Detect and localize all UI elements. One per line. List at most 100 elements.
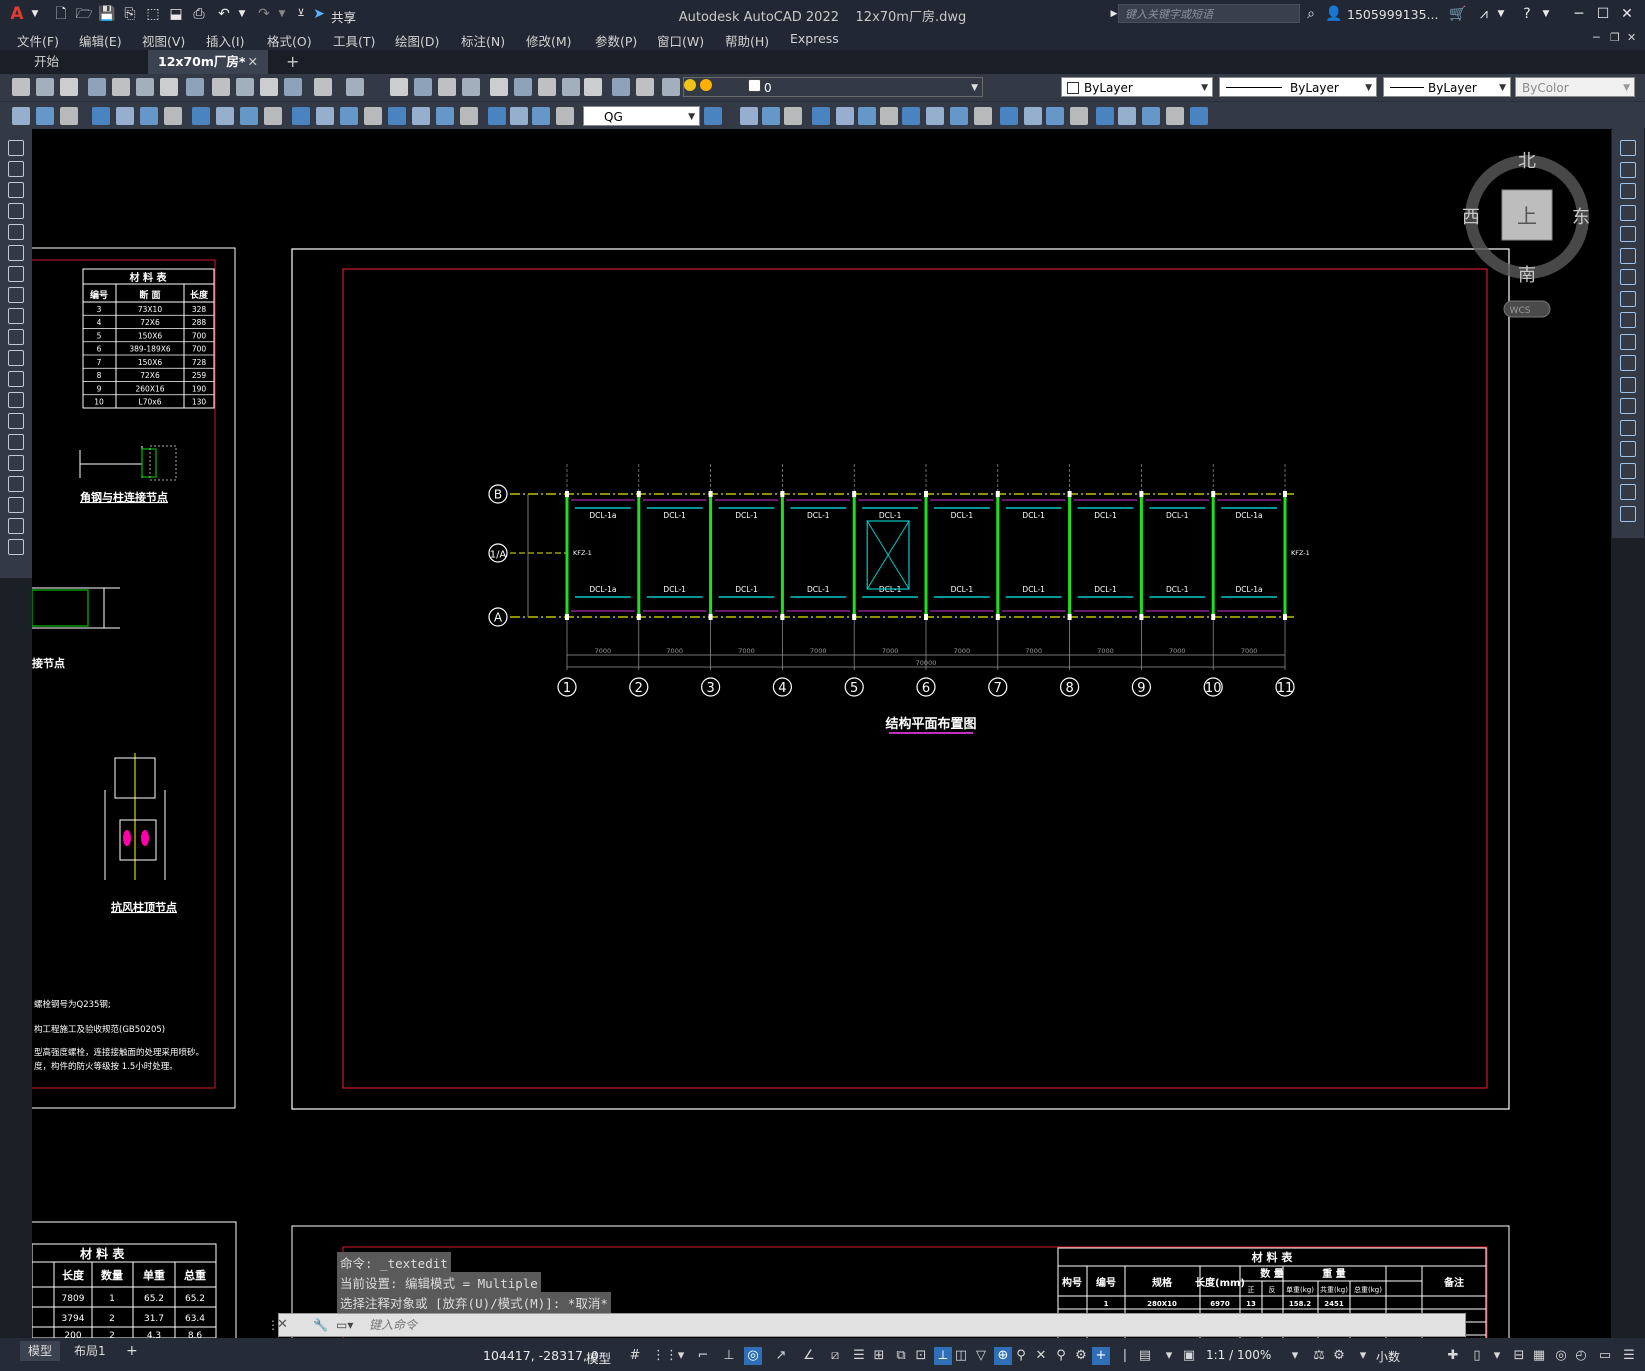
status-toggle-icon[interactable]: ⊡ xyxy=(912,1347,930,1365)
draw-tool-icon[interactable] xyxy=(8,329,24,345)
draw-tool-icon[interactable] xyxy=(8,539,24,555)
annotation-tool-icon[interactable] xyxy=(12,107,30,125)
standard-tool-icon[interactable] xyxy=(414,78,432,96)
standard-tool-icon[interactable] xyxy=(584,78,602,96)
status-toggle-icon[interactable]: ◎ xyxy=(744,1347,762,1365)
annotation-tool-icon[interactable] xyxy=(974,107,992,125)
menu-draw[interactable]: 绘图(D) xyxy=(395,31,439,50)
annotation-tool-icon[interactable] xyxy=(812,107,830,125)
draw-tool-icon[interactable] xyxy=(8,371,24,387)
annotation-tool-icon[interactable] xyxy=(1142,107,1160,125)
annotation-tool-icon[interactable] xyxy=(364,107,382,125)
annotation-scale[interactable]: 1:1 / 100% xyxy=(1206,1348,1271,1362)
standard-tool-icon[interactable] xyxy=(462,78,480,96)
autodesk-a360-icon[interactable]: ⩘ xyxy=(1475,5,1493,23)
draw-tool-icon[interactable] xyxy=(8,413,24,429)
color-dropdown[interactable]: ByLayer ▼ xyxy=(1061,77,1213,97)
status-toggle-icon[interactable]: ◫ xyxy=(952,1347,970,1365)
menu-window[interactable]: 窗口(W) xyxy=(657,31,704,50)
help-dropdown-icon[interactable]: ▼ xyxy=(1537,5,1555,23)
draw-tool-icon[interactable] xyxy=(8,518,24,534)
status-toggle-icon[interactable]: ☰ xyxy=(850,1347,868,1365)
draw-tool-icon[interactable] xyxy=(8,224,24,240)
status-toggle-icon[interactable]: # xyxy=(626,1347,644,1365)
annotation-tool-icon[interactable] xyxy=(460,107,478,125)
annotation-tool-icon[interactable] xyxy=(532,107,550,125)
annotation-tool-icon[interactable] xyxy=(292,107,310,125)
search-input[interactable]: 键入关键字或短语 xyxy=(1118,4,1300,23)
modify-tool-icon[interactable] xyxy=(1620,484,1636,500)
status-toggle-icon[interactable]: ◴ xyxy=(1572,1347,1590,1365)
status-toggle-icon[interactable]: ⊕ xyxy=(994,1347,1012,1365)
draw-tool-icon[interactable] xyxy=(8,455,24,471)
modify-tool-icon[interactable] xyxy=(1620,269,1636,285)
annotation-tool-icon[interactable] xyxy=(116,107,134,125)
menu-file[interactable]: 文件(F) xyxy=(17,31,59,50)
status-toggle-icon[interactable]: ⌐ xyxy=(694,1347,712,1365)
annotation-tool-icon[interactable] xyxy=(488,107,506,125)
status-toggle-icon[interactable]: ✚ xyxy=(1444,1347,1462,1365)
annotation-tool-icon[interactable] xyxy=(240,107,258,125)
standard-tool-icon[interactable] xyxy=(562,78,580,96)
menu-tools[interactable]: 工具(T) xyxy=(333,31,375,50)
standard-tool-icon[interactable] xyxy=(36,78,54,96)
annotation-tool-icon[interactable] xyxy=(316,107,334,125)
drawing-canvas[interactable]: 材 料 表 编号 断 面 长度 3 73X10 3284 72X6 2885 150X6 7… xyxy=(32,128,1611,1338)
annotation-tool-icon[interactable] xyxy=(704,107,722,125)
modify-tool-icon[interactable] xyxy=(1620,355,1636,371)
draw-tool-icon[interactable] xyxy=(8,266,24,282)
status-toggle-icon[interactable]: ▾ xyxy=(1160,1347,1178,1365)
status-toggle-icon[interactable]: ⚙ xyxy=(1072,1347,1090,1365)
modify-tool-icon[interactable] xyxy=(1620,204,1636,221)
layout-tab-model[interactable]: 模型 xyxy=(20,1341,61,1361)
annotation-tool-icon[interactable] xyxy=(836,107,854,125)
standard-tool-icon[interactable] xyxy=(186,78,204,96)
modify-tool-icon[interactable] xyxy=(1620,398,1636,414)
status-toggle-icon[interactable]: ▯ xyxy=(1468,1347,1486,1365)
modify-tool-icon[interactable] xyxy=(1620,376,1636,393)
modify-tool-icon[interactable] xyxy=(1620,183,1636,199)
menu-insert[interactable]: 插入(I) xyxy=(206,31,244,50)
search-icon[interactable]: ⌕ xyxy=(1302,5,1320,23)
annotation-tool-icon[interactable] xyxy=(510,107,528,125)
annotation-tool-icon[interactable] xyxy=(388,107,406,125)
annotation-tool-icon[interactable] xyxy=(92,107,110,125)
status-toggle-icon[interactable]: ▭ xyxy=(1596,1347,1614,1365)
annotation-tool-icon[interactable] xyxy=(880,107,898,125)
modify-tool-icon[interactable] xyxy=(1620,333,1636,350)
annotation-tool-icon[interactable] xyxy=(926,107,944,125)
annotation-tool-icon[interactable] xyxy=(1024,107,1042,125)
menu-format[interactable]: 格式(O) xyxy=(267,31,312,50)
annotation-tool-icon[interactable] xyxy=(264,107,282,125)
annotation-tool-icon[interactable] xyxy=(1118,107,1136,125)
status-toggle-icon[interactable]: ⊟ xyxy=(1510,1347,1528,1365)
status-toggle-icon[interactable]: ⧉ xyxy=(892,1347,910,1365)
standard-tool-icon[interactable] xyxy=(390,78,408,96)
standard-tool-icon[interactable] xyxy=(12,78,30,96)
menu-help[interactable]: 帮助(H) xyxy=(725,31,769,50)
modify-tool-icon[interactable] xyxy=(1620,462,1636,479)
modify-tool-icon[interactable] xyxy=(1620,140,1636,156)
coordinate-readout[interactable]: 104417, -28317, 0 xyxy=(483,1348,599,1363)
status-toggle-icon[interactable]: ✕ xyxy=(1032,1347,1050,1365)
draw-tool-icon[interactable] xyxy=(8,245,24,261)
annotation-tool-icon[interactable] xyxy=(556,107,574,125)
compass-south[interactable]: 南 xyxy=(1518,265,1536,286)
status-toggle-icon[interactable]: ⚲ xyxy=(1012,1347,1030,1365)
user-name[interactable]: 1505999135... xyxy=(1347,7,1438,22)
minimize-icon[interactable]: ─ xyxy=(1570,5,1588,23)
command-input[interactable]: 键入命令 xyxy=(369,1314,417,1336)
modify-tool-icon[interactable] xyxy=(1620,247,1636,264)
standard-tool-icon[interactable] xyxy=(136,78,154,96)
compass-west[interactable]: 西 xyxy=(1462,207,1480,228)
modify-tool-icon[interactable] xyxy=(1620,505,1636,522)
annotation-tool-icon[interactable] xyxy=(740,107,758,125)
status-toggle-icon[interactable]: ▾ xyxy=(1354,1347,1372,1365)
annotation-tool-icon[interactable] xyxy=(216,107,234,125)
cart-icon[interactable]: 🛒 xyxy=(1449,5,1467,23)
standard-tool-icon[interactable] xyxy=(60,78,78,96)
annotation-tool-icon[interactable] xyxy=(164,107,182,125)
annotation-tool-icon[interactable] xyxy=(902,107,920,125)
menu-parametric[interactable]: 参数(P) xyxy=(595,31,637,50)
status-toggle-icon[interactable]: ▾ xyxy=(1286,1347,1304,1365)
